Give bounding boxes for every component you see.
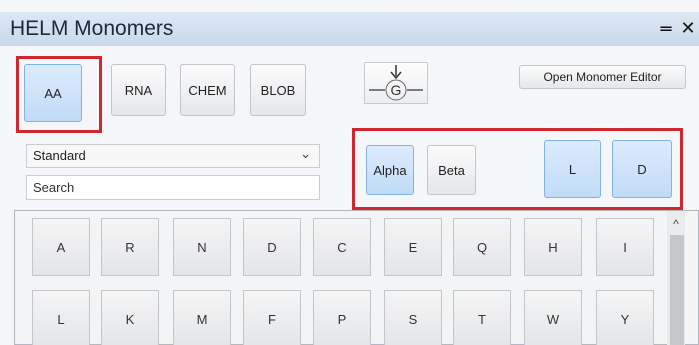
monomer-cell[interactable]: L (32, 290, 90, 345)
monomer-cell[interactable]: D (243, 218, 301, 276)
beta-label: Beta (438, 162, 465, 178)
monomer-cell[interactable]: W (524, 290, 582, 345)
l-toggle[interactable]: L (544, 140, 601, 198)
monomer-cell[interactable]: T (453, 290, 511, 345)
tab-rna[interactable]: RNA (111, 64, 166, 116)
tab-rna-label: RNA (124, 82, 153, 98)
monomer-cell-label: N (197, 239, 207, 255)
monomer-set-select[interactable]: Standard ⌄ (26, 144, 320, 168)
tab-blob[interactable]: BLOB (250, 64, 306, 116)
monomer-cell-label: H (548, 239, 558, 255)
monomer-cell[interactable]: N (173, 218, 231, 276)
alpha-label: Alpha (373, 162, 407, 178)
scroll-thumb[interactable] (670, 235, 684, 345)
monomer-cell-label: R (125, 239, 135, 255)
minimize-icon[interactable]: ═ (657, 21, 675, 39)
alpha-toggle[interactable]: Alpha (366, 145, 414, 195)
close-icon[interactable]: ✕ (679, 20, 697, 38)
monomer-cell[interactable]: I (596, 218, 654, 276)
monomer-cell-label: E (408, 239, 418, 255)
monomer-cell[interactable]: Y (596, 290, 654, 345)
monomer-cell-label: A (56, 239, 66, 255)
g-monomer-button[interactable]: G (364, 62, 428, 104)
open-monomer-editor-button[interactable]: Open Monomer Editor (519, 65, 686, 89)
tab-aa[interactable]: AA (24, 64, 82, 122)
tab-aa-label: AA (44, 85, 62, 101)
monomer-cell-label: K (125, 311, 135, 327)
g-icon-label: G (391, 82, 402, 98)
tab-blob-label: BLOB (260, 82, 296, 98)
chevron-down-icon: ⌄ (300, 146, 311, 161)
beta-toggle[interactable]: Beta (427, 145, 476, 195)
g-monomer-icon: G (369, 65, 423, 101)
monomer-cell[interactable]: A (32, 218, 90, 276)
monomer-cell-label: Y (620, 311, 630, 327)
monomer-cell[interactable]: M (173, 290, 231, 345)
window-title: HELM Monomers (10, 17, 174, 40)
monomer-cell-label: P (337, 311, 347, 327)
l-label: L (568, 161, 577, 177)
d-label: D (637, 161, 647, 177)
monomer-cell[interactable]: F (243, 290, 301, 345)
monomer-set-value: Standard (33, 148, 86, 163)
monomer-cell[interactable]: C (313, 218, 371, 276)
search-input[interactable] (26, 175, 320, 200)
monomer-cell[interactable]: Q (453, 218, 511, 276)
vertical-scrollbar[interactable]: ^ (667, 211, 685, 345)
title-bar: HELM Monomers ═ ✕ (0, 12, 699, 46)
monomer-cell[interactable]: H (524, 218, 582, 276)
monomer-cell-label: S (408, 311, 418, 327)
monomer-cell-label: Q (476, 239, 488, 255)
monomer-cell-label: M (196, 311, 208, 327)
monomer-cell[interactable]: R (101, 218, 159, 276)
d-toggle[interactable]: D (612, 140, 672, 198)
monomer-cell-label: I (623, 239, 627, 255)
tab-chem-label: CHEM (188, 82, 227, 98)
monomer-cell[interactable]: S (384, 290, 442, 345)
monomer-cell[interactable]: E (384, 218, 442, 276)
monomer-cell[interactable]: P (313, 290, 371, 345)
monomer-cell[interactable]: K (101, 290, 159, 345)
scroll-up-icon[interactable]: ^ (667, 217, 685, 231)
tab-chem[interactable]: CHEM (180, 64, 235, 116)
monomer-cell-label: D (267, 239, 277, 255)
monomer-cell-label: L (57, 311, 65, 327)
monomer-cell-label: T (478, 311, 486, 327)
monomer-cell-label: W (546, 311, 560, 327)
open-monomer-editor-label: Open Monomer Editor (543, 70, 662, 84)
monomer-cell-label: C (337, 239, 347, 255)
monomer-cell-label: F (268, 311, 276, 327)
helm-monomers-window: HELM Monomers ═ ✕ AA RNA CHEM BLOB G Ope… (0, 0, 699, 345)
